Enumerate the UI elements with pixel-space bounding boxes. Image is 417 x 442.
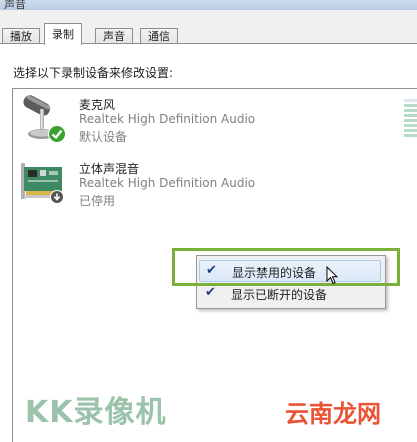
level-meter [404, 99, 417, 139]
recording-panel: 选择以下录制设备来修改设置: 麦克风 Realtek High Definiti… [0, 43, 417, 442]
watermark-left: KK录像机 [25, 395, 167, 430]
watermark-right: 云南龙网 [285, 400, 381, 428]
device-driver: Realtek High Definition Audio [79, 176, 256, 190]
title-bar: 声音 [0, 0, 417, 11]
device-item-stereo-mix[interactable]: 立体声混音 Realtek High Definition Audio 已停用 [13, 153, 393, 209]
device-name: 立体声混音 [79, 162, 140, 176]
check-mark-icon: ✔ [205, 285, 216, 300]
menu-item-show-disconnected-devices[interactable]: ✔ 显示已断开的设备 [199, 283, 381, 305]
device-name: 麦克风 [79, 98, 116, 112]
device-status: 默认设备 [79, 130, 128, 144]
microphone-icon [18, 95, 66, 143]
tab-recording[interactable]: 录制 [44, 23, 82, 45]
mouse-pointer-icon [326, 265, 339, 288]
disabled-arrow-badge-icon [50, 190, 64, 207]
device-driver: Realtek High Definition Audio [79, 112, 256, 126]
sound-card-icon [18, 159, 66, 207]
default-check-badge-icon [48, 125, 66, 146]
menu-item-label: 显示已断开的设备 [231, 288, 328, 302]
device-status: 已停用 [79, 194, 116, 208]
instruction-text: 选择以下录制设备来修改设置: [13, 66, 174, 80]
tab-strip: 播放 录制 声音 通信 [0, 10, 417, 45]
highlight-annotation-box [172, 248, 400, 286]
device-item-microphone[interactable]: 麦克风 Realtek High Definition Audio 默认设备 [13, 89, 393, 145]
